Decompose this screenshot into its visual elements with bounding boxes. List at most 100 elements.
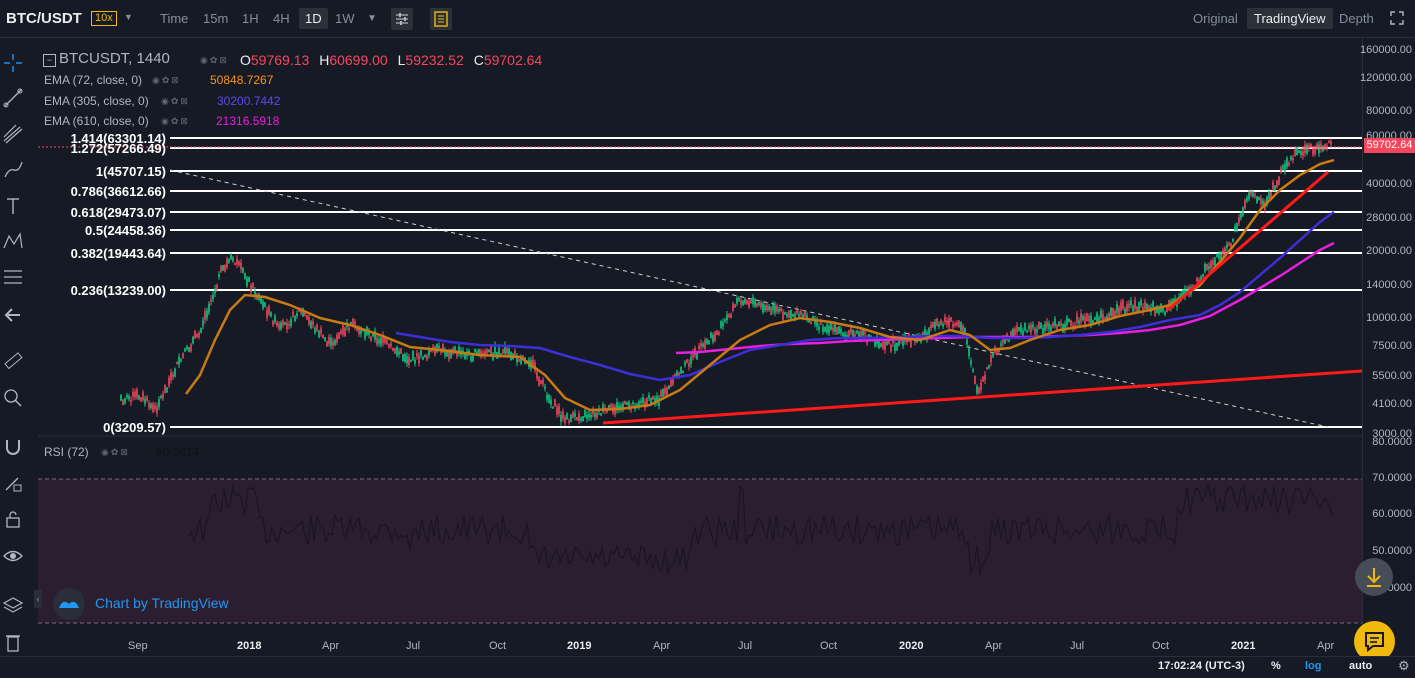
candle-body xyxy=(380,337,382,346)
candle-body xyxy=(518,359,520,362)
candle-body xyxy=(144,398,146,404)
candle-body xyxy=(538,376,540,386)
candle-body xyxy=(388,344,390,348)
candle-body xyxy=(268,306,270,315)
rsi-actions-icon[interactable]: ◉✿⊠ xyxy=(101,447,130,458)
candle-body xyxy=(968,348,970,357)
candle-body xyxy=(570,414,572,423)
candle-body xyxy=(408,356,410,366)
rsi-tick: 70.0000 xyxy=(1372,472,1412,484)
candle-body xyxy=(220,266,222,272)
candle-body xyxy=(1126,304,1128,312)
price-tick: 80000.00 xyxy=(1366,105,1412,117)
candle-body xyxy=(786,314,788,317)
candle-body xyxy=(214,288,216,294)
ema-72-actions-icon[interactable]: ◉✿⊠ xyxy=(152,75,181,86)
candle-body xyxy=(776,305,778,312)
candle-body xyxy=(730,313,732,318)
candle-body xyxy=(784,312,786,315)
candle-body xyxy=(532,359,534,365)
candle-body xyxy=(1300,150,1302,155)
candle-body xyxy=(840,328,842,334)
candle-body xyxy=(720,320,722,329)
candle-body xyxy=(198,332,200,338)
log-toggle[interactable]: log xyxy=(1305,660,1322,672)
candle-body xyxy=(1014,328,1016,335)
candle-body xyxy=(410,359,412,362)
candle-body xyxy=(586,414,588,419)
legend-actions-icon[interactable]: ◉✿⊠ xyxy=(200,55,229,66)
time-tick: Apr xyxy=(322,640,340,652)
candle-body xyxy=(322,334,324,339)
price-chart[interactable] xyxy=(0,0,1415,677)
candle-body xyxy=(1104,316,1106,319)
candle-body xyxy=(862,330,864,336)
collapse-toolbar-icon[interactable]: ‹ xyxy=(34,590,42,608)
candle-body xyxy=(1214,258,1216,267)
candle-body xyxy=(1084,316,1086,325)
scroll-to-latest-button[interactable] xyxy=(1355,558,1393,596)
candle-body xyxy=(166,387,168,393)
candle-body xyxy=(314,327,316,333)
candle-body xyxy=(488,349,490,353)
candle-body xyxy=(176,361,178,365)
auto-toggle[interactable]: auto xyxy=(1349,660,1372,672)
tradingview-branding[interactable]: Chart by TradingView xyxy=(95,595,229,611)
time-tick: Apr xyxy=(653,640,671,652)
candle-body xyxy=(190,344,192,352)
candle-body xyxy=(230,253,232,260)
ema-305-actions-icon[interactable]: ◉✿⊠ xyxy=(161,96,190,107)
settings-gear-icon[interactable]: ⚙ xyxy=(1398,658,1410,674)
candle-body xyxy=(980,382,982,390)
candle-body xyxy=(1210,260,1212,269)
candle-body xyxy=(1096,312,1098,322)
candle-body xyxy=(772,305,774,311)
candle-body xyxy=(200,327,202,333)
candle-body xyxy=(426,355,428,360)
candle-body xyxy=(1080,313,1082,323)
candle-body xyxy=(1330,141,1332,145)
fib-label: 1(45707.15) xyxy=(95,164,166,179)
candle-body xyxy=(120,394,122,401)
collapse-legend-icon[interactable]: − xyxy=(43,54,56,67)
candle-body xyxy=(864,331,866,335)
candle-body xyxy=(370,337,372,341)
candle-body xyxy=(664,387,666,395)
candle-body xyxy=(1134,299,1136,309)
candle-body xyxy=(132,391,134,397)
clock: 17:02:24 (UTC-3) xyxy=(1158,660,1245,672)
candle-body xyxy=(1146,304,1148,310)
candle-body xyxy=(288,323,290,326)
candle-body xyxy=(574,413,576,417)
candle-body xyxy=(390,343,392,347)
candle-body xyxy=(970,360,972,365)
candle-body xyxy=(942,324,944,327)
candle-body xyxy=(1162,307,1164,312)
candle-body xyxy=(1246,197,1248,201)
candle-body xyxy=(1320,143,1322,150)
rsi-band xyxy=(38,479,1362,623)
candle-body xyxy=(648,395,650,399)
candle-body xyxy=(572,411,574,418)
candle-body xyxy=(546,394,548,400)
candle-body xyxy=(152,403,154,412)
ema-610-actions-icon[interactable]: ◉✿⊠ xyxy=(161,116,190,127)
candle-body xyxy=(276,322,278,326)
candle-body xyxy=(712,334,714,342)
candle-body xyxy=(702,343,704,347)
candle-body xyxy=(308,316,310,325)
candle-body xyxy=(750,300,752,304)
symbol-legend: − BTCUSDT, 1440 xyxy=(43,50,170,67)
candle-body xyxy=(422,356,424,360)
candle-body xyxy=(796,308,798,314)
percent-toggle[interactable]: % xyxy=(1271,660,1281,672)
candle-body xyxy=(842,332,844,337)
candle-body xyxy=(722,322,724,327)
candle-body xyxy=(1212,260,1214,265)
candle-body xyxy=(502,349,504,354)
candle-body xyxy=(600,413,602,416)
candle-body xyxy=(1228,242,1230,246)
candle-body xyxy=(938,323,940,327)
candle-body xyxy=(122,399,124,406)
candle-body xyxy=(626,401,628,405)
